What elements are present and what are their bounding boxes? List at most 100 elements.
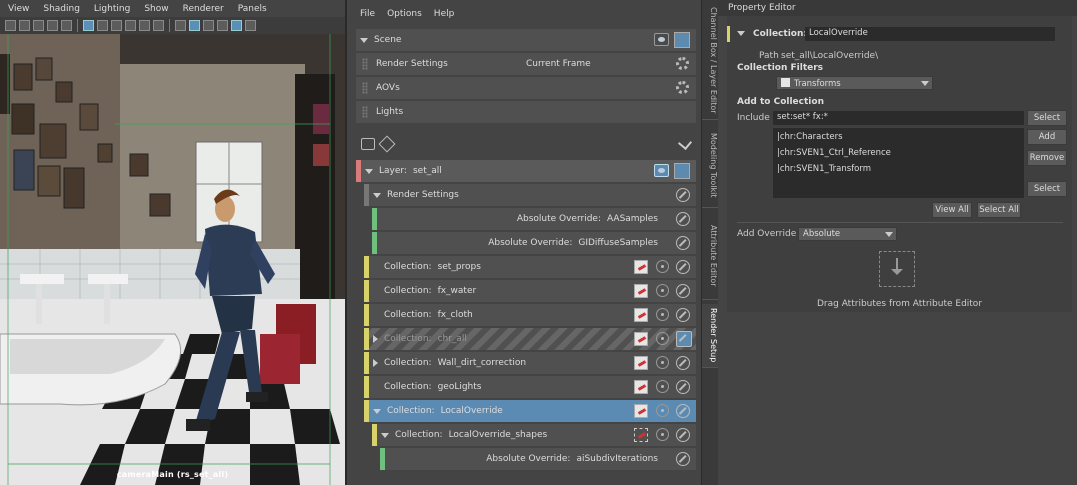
tree-row[interactable]: Collection: fx_water xyxy=(364,280,696,302)
menu-renderer[interactable]: Renderer xyxy=(183,4,224,14)
isolate-icon[interactable] xyxy=(656,332,669,345)
tab-render-setup[interactable]: Render Setup xyxy=(702,304,718,368)
bookmark-icon[interactable] xyxy=(33,20,44,31)
resolution-gate-icon[interactable] xyxy=(97,20,108,31)
disable-toggle-icon[interactable] xyxy=(676,284,690,298)
menu-lighting[interactable]: Lighting xyxy=(94,4,130,14)
collection-filter-dropdown[interactable]: Transforms xyxy=(776,76,933,90)
disable-toggle-icon[interactable] xyxy=(676,331,692,347)
tree-row[interactable]: Absolute Override: GIDiffuseSamples xyxy=(372,232,696,254)
grid-icon[interactable] xyxy=(61,20,72,31)
gear-icon[interactable] xyxy=(676,57,689,70)
menu-panels[interactable]: Panels xyxy=(238,4,267,14)
list-item[interactable]: |chr:SVEN1_Ctrl_Reference xyxy=(777,148,1020,164)
collapse-arrow-icon[interactable] xyxy=(381,432,389,438)
aovs-row[interactable]: AOVs xyxy=(356,77,696,99)
safe-title-icon[interactable] xyxy=(153,20,164,31)
expand-arrow-icon[interactable] xyxy=(360,37,368,43)
override-icon[interactable] xyxy=(634,284,648,298)
add-button[interactable]: Add xyxy=(1027,129,1067,145)
isolate-icon[interactable] xyxy=(656,380,669,393)
shadows-icon[interactable] xyxy=(245,20,256,31)
tree-row[interactable]: Collection: LocalOverride xyxy=(364,400,696,422)
tree-row[interactable]: Collection: chr_all xyxy=(364,328,696,350)
visibility-eye-icon[interactable] xyxy=(654,33,669,46)
tree-row[interactable]: Absolute Override: AASamples xyxy=(372,208,696,230)
isolate-icon[interactable] xyxy=(656,428,669,441)
disable-toggle-icon[interactable] xyxy=(676,188,690,202)
import-icon[interactable] xyxy=(378,135,396,153)
disable-toggle-icon[interactable] xyxy=(676,452,690,466)
field-chart-icon[interactable] xyxy=(125,20,136,31)
tab-channel-box[interactable]: Channel Box / Layer Editor xyxy=(702,2,718,120)
drag-handle-icon[interactable] xyxy=(362,106,368,118)
render-settings-row[interactable]: Render Settings Current Frame xyxy=(356,53,696,75)
camera-attributes-icon[interactable] xyxy=(19,20,30,31)
isolate-icon[interactable] xyxy=(656,356,669,369)
members-list[interactable]: |chr:Characters |chr:SVEN1_Ctrl_Referenc… xyxy=(773,128,1024,198)
override-icon[interactable] xyxy=(634,356,648,370)
override-icon[interactable] xyxy=(634,380,648,394)
disable-toggle-icon[interactable] xyxy=(676,380,690,394)
collection-name-field[interactable]: LocalOverride xyxy=(805,27,1055,41)
menu-show[interactable]: Show xyxy=(144,4,168,14)
remove-button[interactable]: Remove xyxy=(1027,150,1067,166)
render-layer-icon[interactable] xyxy=(674,32,690,48)
expand-arrow-icon[interactable] xyxy=(365,168,373,174)
tree-row[interactable]: Collection: set_props xyxy=(364,256,696,278)
add-override-dropdown[interactable]: Absolute xyxy=(798,227,897,241)
textured-icon[interactable] xyxy=(217,20,228,31)
gate-mask-icon[interactable] xyxy=(111,20,122,31)
disable-toggle-icon[interactable] xyxy=(676,308,690,322)
drag-handle-icon[interactable] xyxy=(362,58,368,70)
isolate-icon[interactable] xyxy=(656,308,669,321)
disable-toggle-icon[interactable] xyxy=(676,428,690,442)
layer-row[interactable]: Layer: set_all xyxy=(356,160,696,182)
image-plane-icon[interactable] xyxy=(47,20,58,31)
render-layer-icon[interactable] xyxy=(674,163,690,179)
list-item[interactable]: |chr:SVEN1_Transform xyxy=(777,164,1020,180)
camera-select-icon[interactable] xyxy=(5,20,16,31)
tree-row[interactable]: Collection: LocalOverride_shapes xyxy=(372,424,696,446)
disable-toggle-icon[interactable] xyxy=(676,260,690,274)
override-icon[interactable] xyxy=(634,260,648,274)
tree-row[interactable]: Collection: Wall_dirt_correction xyxy=(364,352,696,374)
collapse-arrow-icon[interactable] xyxy=(737,31,745,36)
override-icon[interactable] xyxy=(634,332,648,346)
menu-view[interactable]: View xyxy=(8,4,29,14)
wireframe-icon[interactable] xyxy=(175,20,186,31)
disable-toggle-icon[interactable] xyxy=(676,404,690,418)
include-expression-field[interactable]: set:set* fx:* xyxy=(773,111,1024,125)
disable-toggle-icon[interactable] xyxy=(676,236,690,250)
collapse-arrow-icon[interactable] xyxy=(373,408,381,414)
drop-target-area[interactable] xyxy=(879,251,915,287)
lights-row[interactable]: Lights xyxy=(356,101,696,123)
viewport-panel[interactable]: View Shading Lighting Show Renderer Pane… xyxy=(0,0,345,485)
view-all-button[interactable]: View All xyxy=(932,202,972,218)
shapes-filter-icon[interactable] xyxy=(634,428,648,442)
isolate-icon[interactable] xyxy=(656,404,669,417)
drag-handle-icon[interactable] xyxy=(362,82,368,94)
override-icon[interactable] xyxy=(634,404,648,418)
tree-row[interactable]: Render Settings xyxy=(364,184,696,206)
select-all-button[interactable]: Select All xyxy=(977,202,1021,218)
list-item[interactable]: |chr:Characters xyxy=(777,132,1020,148)
safe-action-icon[interactable] xyxy=(139,20,150,31)
select-members-button[interactable]: Select xyxy=(1027,181,1067,197)
collapse-arrow-icon[interactable] xyxy=(373,192,381,198)
menu-help[interactable]: Help xyxy=(434,9,455,19)
film-gate-icon[interactable] xyxy=(83,20,94,31)
tree-row[interactable]: Collection: fx_cloth xyxy=(364,304,696,326)
lighting-icon[interactable] xyxy=(231,20,242,31)
tree-row[interactable]: Absolute Override: aiSubdivIterations xyxy=(380,448,696,470)
scene-render-view[interactable]: cameraMain (rs_set_all) xyxy=(0,34,345,485)
tab-modeling-toolkit[interactable]: Modeling Toolkit xyxy=(702,124,718,208)
scene-row[interactable]: Scene xyxy=(356,29,696,51)
menu-options[interactable]: Options xyxy=(387,9,422,19)
gear-icon[interactable] xyxy=(676,81,689,94)
tab-attribute-editor[interactable]: Attribute Editor xyxy=(702,212,718,300)
expand-arrow-icon[interactable] xyxy=(373,359,378,367)
tree-row[interactable]: Collection: geoLights xyxy=(364,376,696,398)
select-expression-button[interactable]: Select xyxy=(1027,110,1067,126)
wireframe-on-shaded-icon[interactable] xyxy=(203,20,214,31)
